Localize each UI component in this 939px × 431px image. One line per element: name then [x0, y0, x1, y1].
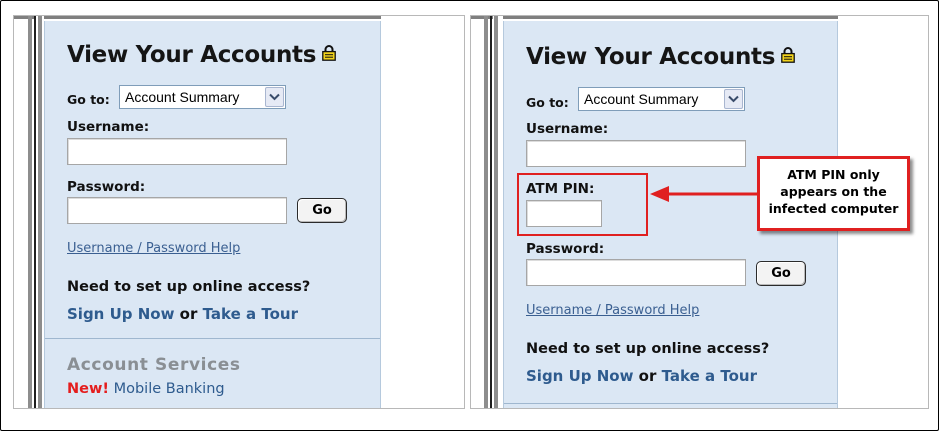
username-label: Username: [67, 119, 150, 135]
online-access-prompt: Need to set up online access? [67, 279, 311, 295]
screenshot-infected: View Your Accounts Go to: Account Summar… [470, 15, 929, 409]
account-services-heading: Account Services [67, 355, 241, 375]
goto-label: Go to: [67, 92, 110, 107]
lock-icon [322, 41, 336, 67]
new-badge: New! [67, 381, 109, 397]
window-edge [34, 16, 36, 408]
take-a-tour-link[interactable]: Take a Tour [203, 305, 298, 323]
screenshot-clean: View Your Accounts Go to: Account Summar… [13, 15, 465, 409]
window-edge [38, 16, 42, 408]
password-input[interactable] [67, 197, 287, 224]
callout-line: ATM PIN only [787, 167, 880, 182]
chevron-down-icon[interactable] [265, 87, 284, 107]
window-edge [28, 16, 32, 408]
mobile-banking-line: New! Mobile Banking [67, 381, 225, 397]
callout-arrow-head [650, 186, 669, 202]
mobile-banking-link[interactable]: Mobile Banking [114, 381, 225, 397]
signup-line: Sign Up Now or Take a Tour [67, 305, 298, 323]
username-password-help-link[interactable]: Username / Password Help [67, 241, 240, 256]
callout-line: appears on the [780, 184, 887, 199]
username-input[interactable] [67, 138, 287, 165]
or-text: or [174, 305, 203, 323]
section-divider [45, 338, 380, 339]
go-button[interactable]: Go [297, 198, 347, 223]
goto-select[interactable]: Account Summary [119, 85, 286, 109]
callout-line: infected computer [768, 201, 899, 216]
goto-select-value: Account Summary [125, 89, 240, 105]
top-edge [44, 16, 381, 19]
panel-title: View Your Accounts [67, 41, 336, 68]
password-label: Password: [67, 179, 146, 195]
infection-callout: ATM PIN only appears on the infected com… [757, 156, 910, 231]
figure-frame: View Your Accounts Go to: Account Summar… [0, 0, 939, 431]
sign-up-now-link[interactable]: Sign Up Now [67, 305, 174, 323]
login-panel: View Your Accounts Go to: Account Summar… [44, 21, 381, 408]
